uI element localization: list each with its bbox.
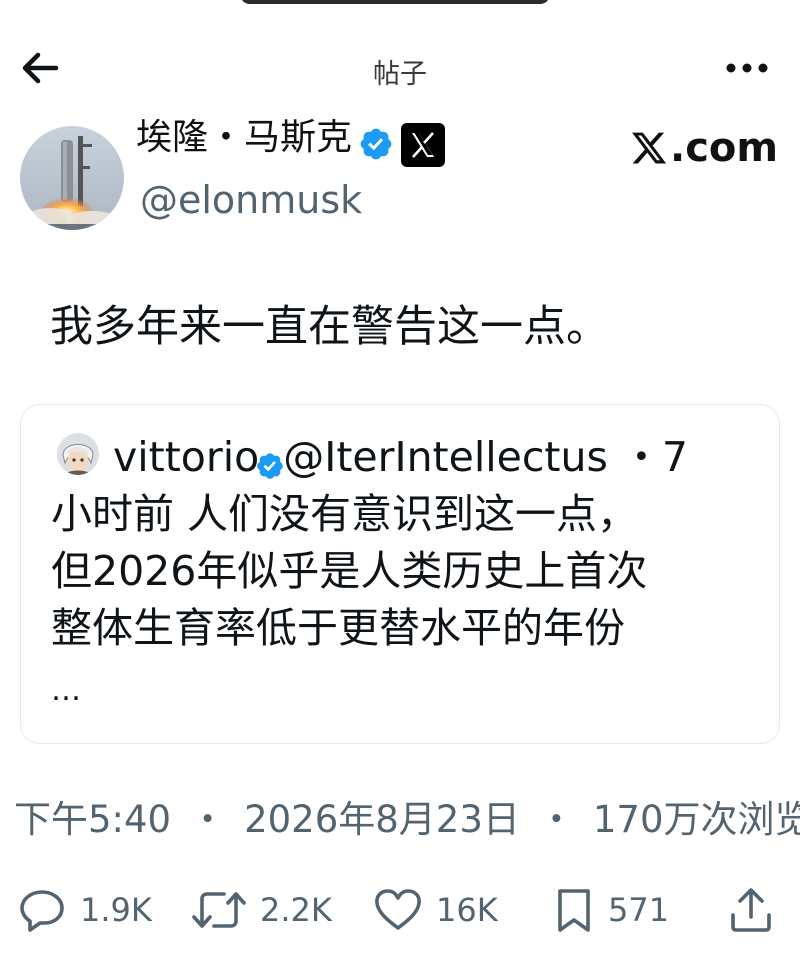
quote-time-number: 7 — [661, 433, 688, 481]
more-horizontal-icon — [726, 63, 768, 73]
quote-text-line-3: 整体生育率低于更替水平的年份 — [51, 604, 625, 652]
share-icon — [731, 888, 771, 932]
reply-button[interactable]: 1.9K — [18, 878, 152, 942]
quote-text-line-2: 但2026年似乎是人类历史上首次 — [51, 547, 648, 595]
tweet-meta: 下午5:40 ・ 2026年8月23日・ 170万次浏览 — [14, 794, 800, 846]
repost-button[interactable]: 2.2K — [190, 878, 332, 942]
x-affiliate-badge-icon — [401, 123, 445, 167]
quote-time-unit: 小时前 — [51, 490, 174, 538]
quote-author-handle[interactable]: @IterIntellectus — [283, 433, 608, 481]
quote-verified-badge-icon — [255, 439, 285, 479]
more-options-button[interactable] — [722, 50, 772, 86]
verified-badge-icon — [358, 126, 394, 162]
author-avatar[interactable] — [20, 126, 124, 230]
status-bar-notch — [240, 0, 550, 4]
x-com-watermark: .com — [630, 122, 778, 174]
bookmark-count: 571 — [608, 891, 670, 929]
repost-count: 2.2K — [260, 891, 332, 929]
quote-line-2: 小时前 人们没有意识到这一点， — [51, 486, 751, 543]
meta-separator: ・ — [537, 798, 575, 841]
repost-icon — [192, 892, 246, 928]
tweet-text: 我多年来一直在警告这一点。 — [50, 302, 609, 352]
top-bar: 帖子 — [0, 36, 800, 100]
view-count[interactable]: 170万次浏览 — [593, 798, 800, 841]
heart-icon — [375, 889, 421, 930]
x-logo-icon — [631, 132, 667, 164]
quote-author-name[interactable]: vittorio — [113, 433, 259, 481]
share-button[interactable] — [728, 878, 774, 942]
quote-separator: ・ — [620, 433, 662, 481]
post-time[interactable]: 下午5:40 — [14, 798, 171, 841]
author-name[interactable]: 埃隆・马斯克 — [136, 114, 352, 162]
post-date[interactable]: 2026年8月23日 — [244, 798, 520, 841]
like-count: 16K — [436, 891, 498, 929]
quote-header-line: vittorio @IterIntellectus ・7 — [51, 429, 751, 486]
bookmark-icon — [558, 889, 590, 932]
quoted-tweet-body: vittorio @IterIntellectus ・7 小时前 人们没有意识到这… — [51, 429, 751, 711]
reply-icon — [20, 890, 64, 932]
action-bar: 1.9K 2.2K 16K 571 — [0, 878, 800, 942]
meta-separator: ・ — [189, 798, 227, 841]
author-handle[interactable]: @elonmusk — [140, 176, 362, 224]
quoted-tweet-card[interactable]: vittorio @IterIntellectus ・7 小时前 人们没有意识到这… — [20, 404, 780, 744]
quote-ellipsis: … — [51, 673, 83, 708]
quote-text-line-1: 人们没有意识到这一点， — [187, 490, 639, 538]
bookmark-button[interactable]: 571 — [552, 878, 669, 942]
watermark-text: .com — [670, 125, 779, 171]
reply-count: 1.9K — [80, 891, 152, 929]
page-title: 帖子 — [373, 59, 427, 90]
rocket-launch-image — [20, 126, 124, 230]
like-button[interactable]: 16K — [372, 878, 498, 942]
